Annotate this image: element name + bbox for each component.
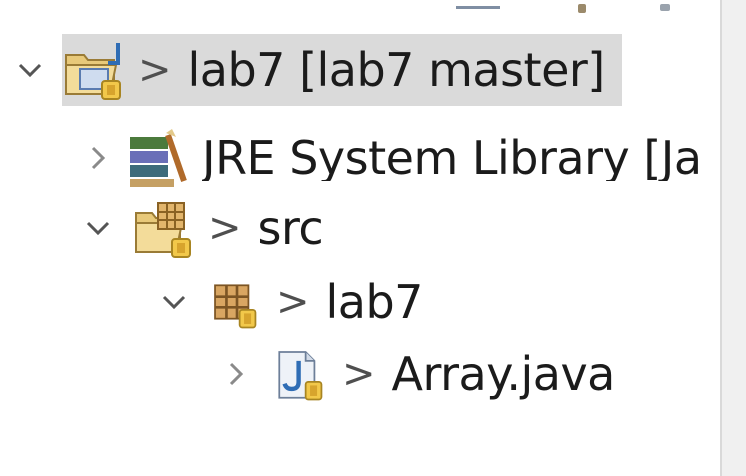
git-prefix: > bbox=[208, 205, 242, 251]
expand-chevron-icon[interactable] bbox=[10, 50, 50, 90]
expand-chevron-icon[interactable] bbox=[78, 208, 118, 248]
view-toolbar bbox=[0, 0, 720, 22]
tree-item-java-file[interactable]: > Array.java bbox=[216, 338, 615, 410]
git-prefix: > bbox=[138, 47, 172, 93]
view-menu-icon[interactable] bbox=[660, 4, 670, 11]
tree-item-jre-library[interactable]: JRE System Library [Ja bbox=[78, 122, 702, 194]
collapse-all-icon[interactable] bbox=[456, 6, 500, 9]
link-editor-icon[interactable] bbox=[578, 4, 586, 13]
package-explorer: > lab7 [lab7 master] JRE System Library … bbox=[0, 0, 720, 476]
git-prefix: > bbox=[342, 351, 376, 397]
expand-chevron-right-icon[interactable] bbox=[216, 354, 256, 394]
tree-row-project: > lab7 [lab7 master] bbox=[10, 34, 605, 106]
git-prefix: > bbox=[276, 279, 310, 325]
vertical-scrollbar[interactable] bbox=[720, 0, 746, 476]
git-java-project-icon bbox=[62, 39, 128, 101]
source-folder-icon bbox=[132, 197, 198, 259]
tree-item-label: lab7 bbox=[325, 275, 424, 329]
tree-item-src[interactable]: > src bbox=[78, 192, 324, 264]
java-file-icon bbox=[274, 343, 332, 405]
tree-item-label: JRE System Library [Ja bbox=[202, 135, 702, 181]
package-icon bbox=[208, 271, 266, 333]
library-icon bbox=[126, 127, 192, 189]
expand-chevron-icon[interactable] bbox=[154, 282, 194, 322]
tree-item-label: lab7 [lab7 master] bbox=[187, 43, 606, 97]
expand-chevron-right-icon[interactable] bbox=[78, 138, 118, 178]
tree-item-label: src bbox=[257, 201, 324, 255]
tree-item-label: Array.java bbox=[391, 347, 616, 401]
tree-item-package[interactable]: > lab7 bbox=[154, 266, 423, 338]
